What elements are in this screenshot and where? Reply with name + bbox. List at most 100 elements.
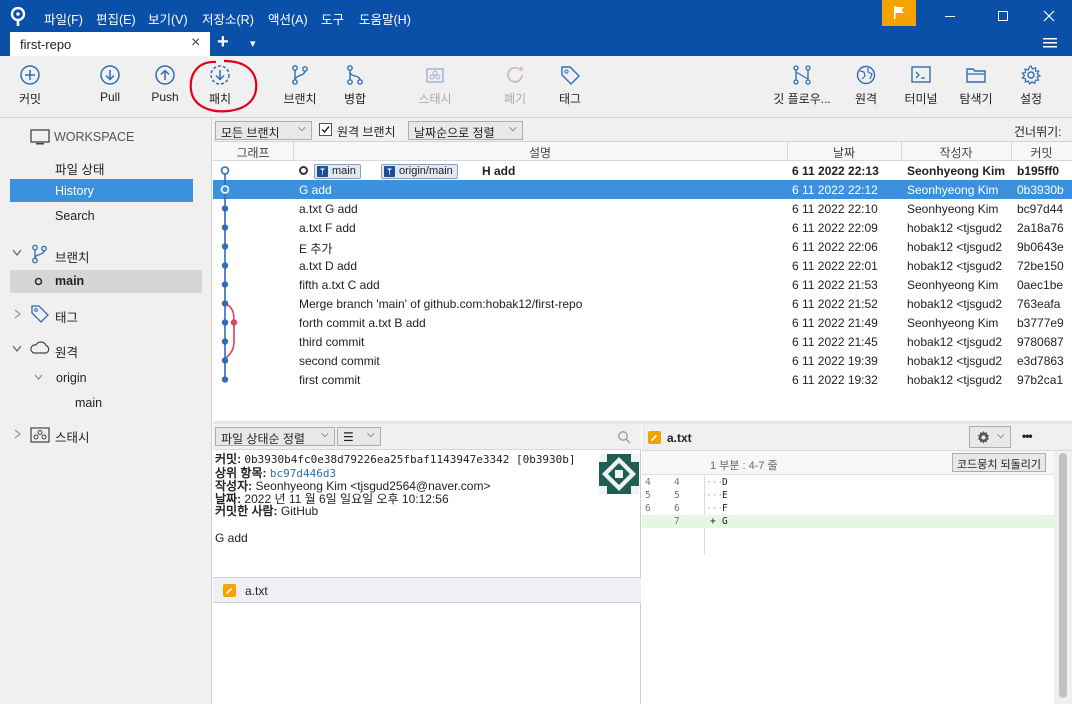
commit-description: third commit (299, 335, 365, 349)
search-icon[interactable] (617, 430, 631, 444)
whitespace-marker: ··· (706, 477, 724, 488)
menu-tools[interactable]: 도구 (321, 9, 344, 28)
sidebar-item-search[interactable]: Search (55, 209, 95, 223)
stash-button[interactable]: 스태시 (405, 64, 465, 107)
menu-view[interactable]: 보기(V) (148, 9, 188, 28)
view-mode-dropdown[interactable]: ☰ ⌵ (337, 427, 381, 446)
chevron-down-icon[interactable] (12, 345, 22, 353)
sidebar-remote-origin-main[interactable]: main (75, 396, 102, 410)
chevron-down-icon: ⌵ (298, 123, 306, 134)
commit-row[interactable]: fifth a.txt C add 6 11 2022 21:53 Seonhyeo… (213, 275, 1072, 294)
sort-dropdown[interactable]: 날짜순으로 정렬 ⌵ (408, 121, 523, 140)
sidebar-branches-header[interactable]: 브랜치 (55, 247, 90, 266)
hamburger-menu-icon[interactable] (1043, 37, 1057, 49)
commit-plus-icon (20, 65, 40, 85)
remote-branches-checkbox[interactable] (319, 123, 332, 136)
commit-hash: 0aec1be (1017, 278, 1064, 292)
red-circle-annotation (189, 59, 258, 113)
column-date[interactable]: 날짜 (787, 144, 901, 161)
menu-edit[interactable]: 편집(E) (96, 9, 136, 28)
file-status-sort-dropdown[interactable]: 파일 상태순 정렬 ⌵ (215, 427, 335, 446)
tag-button[interactable]: 태그 (540, 64, 600, 107)
sidebar-item-history[interactable]: History (10, 179, 193, 202)
commit-row[interactable]: forth commit a.txt B add 6 11 2022 21:49 S… (213, 313, 1072, 332)
explorer-button[interactable]: 탐색기 (946, 64, 1006, 107)
discard-button[interactable]: 폐기 (485, 64, 545, 107)
commit-description: first commit (299, 373, 361, 387)
branch-icon: ᛘ (384, 166, 395, 177)
new-line-number: 5 (674, 490, 680, 501)
chevron-right-icon[interactable] (14, 429, 22, 439)
terminal-button[interactable]: 터미널 (891, 64, 951, 107)
commit-hash: 9b0643e (1017, 240, 1064, 254)
commit-author: hobak12 <tjsgud2 (907, 297, 1003, 311)
diff-line[interactable]: 5 5 E ··· (642, 489, 1054, 502)
changed-file-item[interactable]: a.txt (213, 577, 641, 603)
diff-line[interactable]: 7 + G (642, 515, 1054, 528)
branch-label-pill[interactable]: ᛘ main (314, 164, 361, 179)
commit-row[interactable]: a.txt F add 6 11 2022 22:09 hobak12 <tjsgu… (213, 218, 1072, 237)
menu-file[interactable]: 파일(F) (44, 9, 83, 28)
commit-row[interactable]: Merge branch 'main' of github.com:hobak1… (213, 294, 1072, 313)
modified-file-icon (223, 584, 236, 597)
tab-close-icon[interactable]: × (191, 34, 200, 52)
diff-line[interactable]: 6 6 F ··· (642, 502, 1054, 515)
remote-button[interactable]: 원격 (836, 64, 896, 107)
close-window-icon[interactable] (1043, 10, 1055, 22)
chevron-down-icon[interactable] (34, 374, 43, 381)
diff-settings-dropdown[interactable]: ⌵ (969, 426, 1011, 448)
git-flow-button[interactable]: 깃 플로우... (772, 64, 832, 107)
branch-label-text: origin/main (399, 165, 453, 177)
tab-first-repo[interactable]: first-repo × (10, 32, 210, 56)
commit-hash: 97b2ca1 (1017, 373, 1064, 387)
commit-row[interactable]: ᛘ main ᛘ origin/main H add 6 11 2022 22:13 Seo… (213, 161, 1072, 180)
commit-row[interactable]: G add 6 11 2022 22:12 Seonhyeong Kim 0b3930… (213, 180, 1072, 199)
commit-hash: e3d7863 (1017, 354, 1064, 368)
sidebar-item-file-status[interactable]: 파일 상태 (55, 159, 104, 178)
commit-row[interactable]: second commit 6 11 2022 19:39 hobak12 <tjs… (213, 351, 1072, 370)
commit-row[interactable]: third commit 6 11 2022 21:45 hobak12 <tjsg… (213, 332, 1072, 351)
branch-filter-dropdown[interactable]: 모든 브랜치 ⌵ (215, 121, 312, 140)
sidebar-stashes-header[interactable]: 스태시 (55, 427, 90, 446)
column-author[interactable]: 작성자 (901, 144, 1011, 161)
sidebar-item-branch-main[interactable]: main (10, 270, 202, 293)
branch-button[interactable]: 브랜치 (270, 64, 330, 107)
new-tab-button[interactable]: + (217, 31, 229, 54)
reverse-hunk-button[interactable]: 코드뭉치 되돌리기 (952, 453, 1047, 472)
chevron-down-icon: ⌵ (997, 430, 1005, 441)
parent-hash-link[interactable]: bc97d446d3 (270, 467, 336, 480)
commit-row[interactable]: a.txt D add 6 11 2022 22:01 hobak12 <tjsgu… (213, 256, 1072, 275)
menu-help[interactable]: 도움말(H) (359, 9, 411, 28)
merge-button[interactable]: 병합 (325, 64, 385, 107)
menu-actions[interactable]: 액션(A) (268, 9, 308, 28)
column-commit[interactable]: 커밋 (1011, 144, 1072, 161)
sidebar-tags-header[interactable]: 태그 (55, 307, 78, 326)
more-options-button[interactable]: ••• (1022, 429, 1033, 443)
commit-date: 6 11 2022 22:12 (792, 183, 878, 197)
scrollbar-thumb[interactable] (1059, 453, 1067, 698)
chevron-down-icon[interactable] (12, 249, 22, 257)
commit-row[interactable]: first commit 6 11 2022 19:32 hobak12 <tjsg… (213, 370, 1072, 389)
changed-file-name: a.txt (245, 584, 268, 598)
tab-list-dropdown[interactable]: ▾ (250, 37, 256, 50)
menu-repository[interactable]: 저장소(R) (202, 9, 254, 28)
maximize-icon[interactable] (997, 10, 1009, 22)
commit-date: 6 11 2022 19:39 (792, 354, 878, 368)
graph-node-branch (230, 319, 238, 326)
settings-button[interactable]: 설정 (1001, 64, 1061, 107)
sidebar-remotes-header[interactable]: 원격 (55, 342, 78, 361)
chevron-right-icon[interactable] (14, 309, 22, 319)
column-graph[interactable]: 그래프 (213, 144, 293, 161)
commit-row[interactable]: a.txt G add 6 11 2022 22:10 Seonhyeong Kim… (213, 199, 1072, 218)
pull-button[interactable]: Pull (80, 64, 140, 104)
column-description[interactable]: 설명 (293, 144, 787, 161)
diff-scrollbar[interactable] (1054, 451, 1072, 704)
jump-to-label[interactable]: 건너뛰기: (1014, 123, 1062, 140)
sidebar-remote-origin[interactable]: origin (56, 371, 87, 385)
notification-flag-button[interactable] (882, 0, 916, 26)
commit-button[interactable]: 커밋 (0, 64, 60, 107)
diff-line[interactable]: 4 4 D ··· (642, 476, 1054, 489)
commit-row[interactable]: E 추가 6 11 2022 22:06 hobak12 <tjsgud2 9b064… (213, 237, 1072, 256)
branch-label-pill[interactable]: ᛘ origin/main (381, 164, 458, 179)
minimize-icon[interactable] (944, 10, 956, 22)
